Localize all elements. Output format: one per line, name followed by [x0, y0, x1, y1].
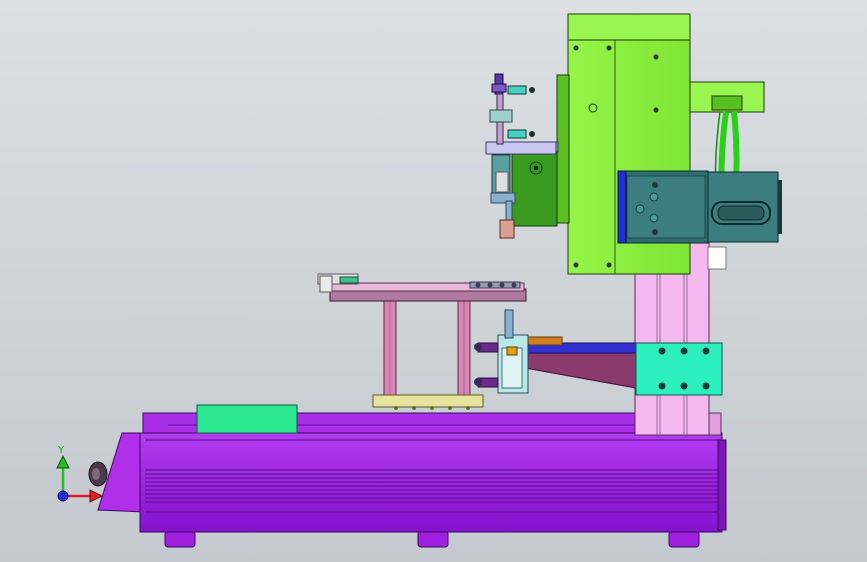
triad-y-label: Y: [57, 445, 65, 456]
tool-head: [485, 73, 559, 239]
y-axis-arm: [519, 336, 723, 396]
lower-gripper: [474, 309, 529, 394]
machine-base: [88, 404, 727, 548]
foot-left: [164, 530, 196, 548]
cad-viewport[interactable]: Y: [0, 0, 867, 562]
foot-right: [668, 530, 700, 548]
carriage-block: [617, 170, 782, 244]
machine-model[interactable]: Y: [0, 0, 867, 562]
table-bottom-plate: [372, 394, 484, 408]
base-label-block: [196, 404, 298, 434]
work-table: [317, 273, 527, 410]
foot-middle: [417, 530, 449, 548]
